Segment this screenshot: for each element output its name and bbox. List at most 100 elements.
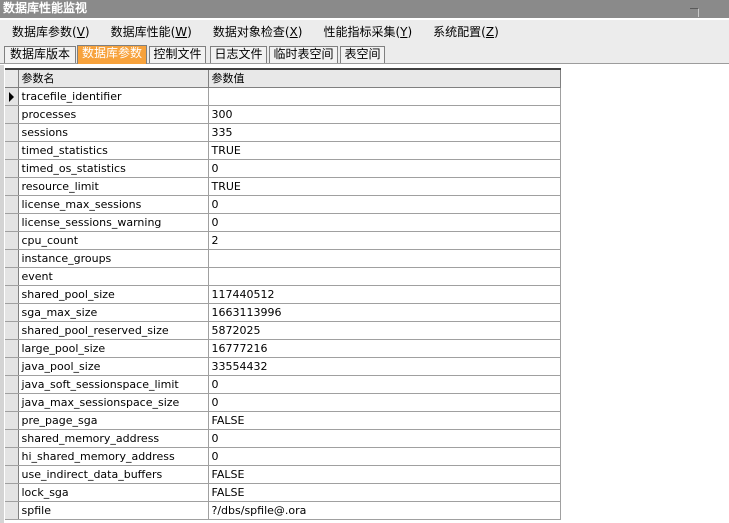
row-header[interactable]: [5, 213, 19, 232]
param-name-cell[interactable]: cpu_count: [18, 231, 209, 250]
tab-temp-tablespace[interactable]: 临时表空间: [269, 46, 338, 63]
menu-data-object-check[interactable]: 数据对象检查(X): [201, 20, 312, 44]
table-row[interactable]: large_pool_size 16777216: [5, 339, 561, 358]
row-header[interactable]: [5, 393, 19, 412]
param-value-cell[interactable]: 0: [208, 375, 561, 394]
param-name-cell[interactable]: instance_groups: [18, 249, 209, 268]
row-header[interactable]: [5, 303, 19, 322]
table-row[interactable]: tracefile_identifier: [5, 87, 561, 106]
row-header[interactable]: [5, 87, 19, 106]
param-name-cell[interactable]: event: [18, 267, 209, 286]
row-header[interactable]: [5, 501, 19, 520]
row-header[interactable]: [5, 231, 19, 250]
param-value-cell[interactable]: 1663113996: [208, 303, 561, 322]
column-header-param-name[interactable]: 参数名: [18, 68, 209, 88]
param-name-cell[interactable]: sessions: [18, 123, 209, 142]
param-value-cell[interactable]: TRUE: [208, 141, 561, 160]
table-row[interactable]: pre_page_sga FALSE: [5, 411, 561, 430]
table-row[interactable]: event: [5, 267, 561, 286]
param-value-cell[interactable]: 117440512: [208, 285, 561, 304]
param-name-cell[interactable]: use_indirect_data_buffers: [18, 465, 209, 484]
table-row[interactable]: java_pool_size 33554432: [5, 357, 561, 376]
param-value-cell[interactable]: 5872025: [208, 321, 561, 340]
table-row[interactable]: spfile ?/dbs/spfile@.ora: [5, 501, 561, 520]
param-name-cell[interactable]: pre_page_sga: [18, 411, 209, 430]
table-row[interactable]: hi_shared_memory_address 0: [5, 447, 561, 466]
param-name-cell[interactable]: spfile: [18, 501, 209, 520]
param-value-cell[interactable]: TRUE: [208, 177, 561, 196]
param-value-cell[interactable]: 0: [208, 393, 561, 412]
param-value-cell[interactable]: 16777216: [208, 339, 561, 358]
tab-db-version[interactable]: 数据库版本: [4, 46, 76, 63]
row-header[interactable]: [5, 321, 19, 340]
row-header[interactable]: [5, 123, 19, 142]
param-value-cell[interactable]: 0: [208, 447, 561, 466]
table-row[interactable]: resource_limit TRUE: [5, 177, 561, 196]
param-name-cell[interactable]: lock_sga: [18, 483, 209, 502]
table-row[interactable]: shared_pool_reserved_size 5872025: [5, 321, 561, 340]
row-header[interactable]: [5, 375, 19, 394]
param-value-cell[interactable]: FALSE: [208, 483, 561, 502]
param-name-cell[interactable]: timed_os_statistics: [18, 159, 209, 178]
param-name-cell[interactable]: tracefile_identifier: [18, 87, 209, 106]
table-row[interactable]: license_sessions_warning 0: [5, 213, 561, 232]
param-value-cell[interactable]: 335: [208, 123, 561, 142]
row-header[interactable]: [5, 195, 19, 214]
row-header[interactable]: [5, 159, 19, 178]
table-row[interactable]: processes 300: [5, 105, 561, 124]
param-value-cell[interactable]: 33554432: [208, 357, 561, 376]
row-header[interactable]: [5, 447, 19, 466]
table-row[interactable]: shared_memory_address 0: [5, 429, 561, 448]
table-row[interactable]: sessions 335: [5, 123, 561, 142]
row-header[interactable]: [5, 141, 19, 160]
param-value-cell[interactable]: 300: [208, 105, 561, 124]
row-header[interactable]: [5, 285, 19, 304]
row-header[interactable]: [5, 105, 19, 124]
row-header[interactable]: [5, 429, 19, 448]
row-header[interactable]: [5, 267, 19, 286]
table-row[interactable]: lock_sga FALSE: [5, 483, 561, 502]
menu-db-params[interactable]: 数据库参数(V): [0, 20, 99, 44]
menu-db-performance[interactable]: 数据库性能(W): [99, 20, 201, 44]
table-row[interactable]: timed_statistics TRUE: [5, 141, 561, 160]
param-value-cell[interactable]: ?/dbs/spfile@.ora: [208, 501, 561, 520]
param-value-cell[interactable]: [208, 267, 561, 286]
table-row[interactable]: use_indirect_data_buffers FALSE: [5, 465, 561, 484]
param-name-cell[interactable]: shared_memory_address: [18, 429, 209, 448]
param-name-cell[interactable]: java_pool_size: [18, 357, 209, 376]
param-name-cell[interactable]: shared_pool_reserved_size: [18, 321, 209, 340]
param-value-cell[interactable]: 0: [208, 195, 561, 214]
table-row[interactable]: java_soft_sessionspace_limit 0: [5, 375, 561, 394]
tab-control-files[interactable]: 控制文件: [149, 46, 206, 63]
menu-system-config[interactable]: 系统配置(Z): [421, 20, 508, 44]
param-value-cell[interactable]: [208, 249, 561, 268]
param-name-cell[interactable]: hi_shared_memory_address: [18, 447, 209, 466]
param-value-cell[interactable]: 0: [208, 429, 561, 448]
param-name-cell[interactable]: large_pool_size: [18, 339, 209, 358]
table-row[interactable]: license_max_sessions 0: [5, 195, 561, 214]
param-name-cell[interactable]: java_max_sessionspace_size: [18, 393, 209, 412]
table-row[interactable]: instance_groups: [5, 249, 561, 268]
row-header[interactable]: [5, 411, 19, 430]
table-row[interactable]: java_max_sessionspace_size 0: [5, 393, 561, 412]
param-name-cell[interactable]: license_sessions_warning: [18, 213, 209, 232]
tab-db-params[interactable]: 数据库参数: [77, 45, 147, 64]
menu-metric-collection[interactable]: 性能指标采集(Y): [311, 20, 421, 44]
table-row[interactable]: timed_os_statistics 0: [5, 159, 561, 178]
param-name-cell[interactable]: shared_pool_size: [18, 285, 209, 304]
param-name-cell[interactable]: processes: [18, 105, 209, 124]
table-row[interactable]: cpu_count 2: [5, 231, 561, 250]
param-value-cell[interactable]: 0: [208, 213, 561, 232]
param-name-cell[interactable]: java_soft_sessionspace_limit: [18, 375, 209, 394]
param-name-cell[interactable]: resource_limit: [18, 177, 209, 196]
row-header[interactable]: [5, 339, 19, 358]
param-value-cell[interactable]: [208, 87, 561, 106]
tab-tablespace[interactable]: 表空间: [340, 46, 385, 63]
row-header[interactable]: [5, 465, 19, 484]
param-value-cell[interactable]: 0: [208, 159, 561, 178]
table-row[interactable]: sga_max_size 1663113996: [5, 303, 561, 322]
row-header[interactable]: [5, 249, 19, 268]
row-header[interactable]: [5, 357, 19, 376]
param-value-cell[interactable]: FALSE: [208, 411, 561, 430]
param-value-cell[interactable]: FALSE: [208, 465, 561, 484]
